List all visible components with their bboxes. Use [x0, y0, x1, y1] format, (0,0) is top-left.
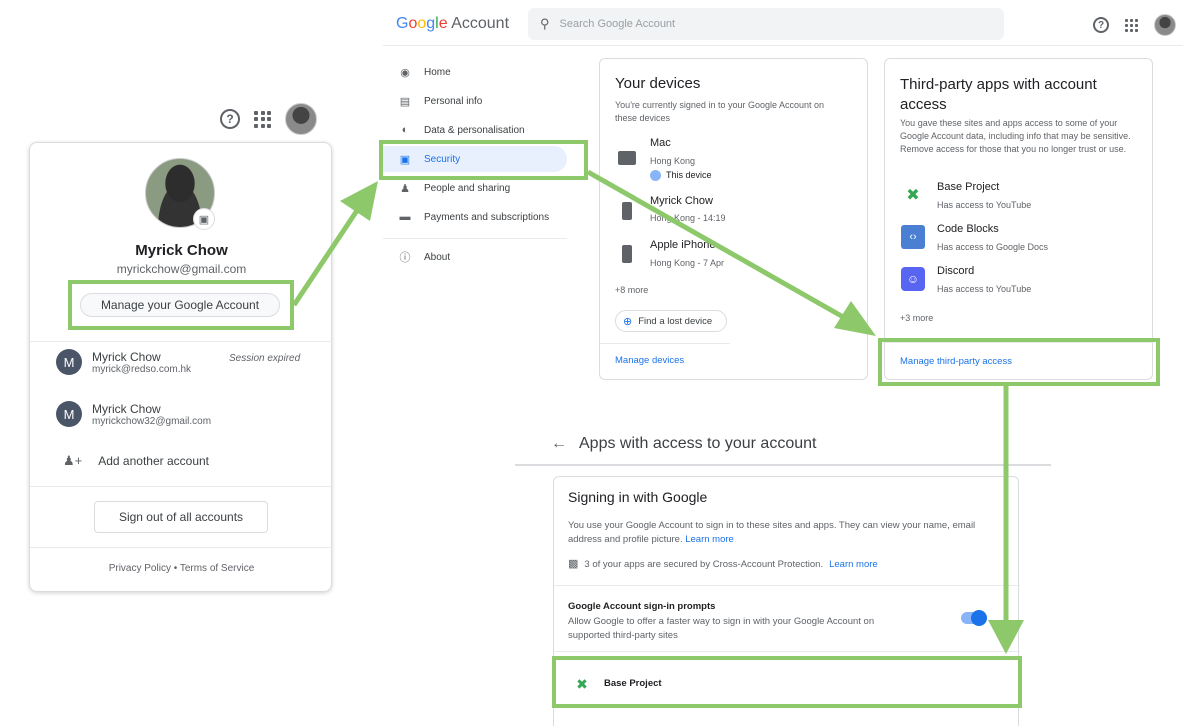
flow-arrows: [291, 169, 1024, 654]
arrow-head: [988, 620, 1024, 654]
arrow-line: [586, 169, 854, 325]
arrow-head: [340, 181, 378, 221]
arrow-head: [834, 301, 876, 336]
arrow-line: [291, 201, 365, 307]
